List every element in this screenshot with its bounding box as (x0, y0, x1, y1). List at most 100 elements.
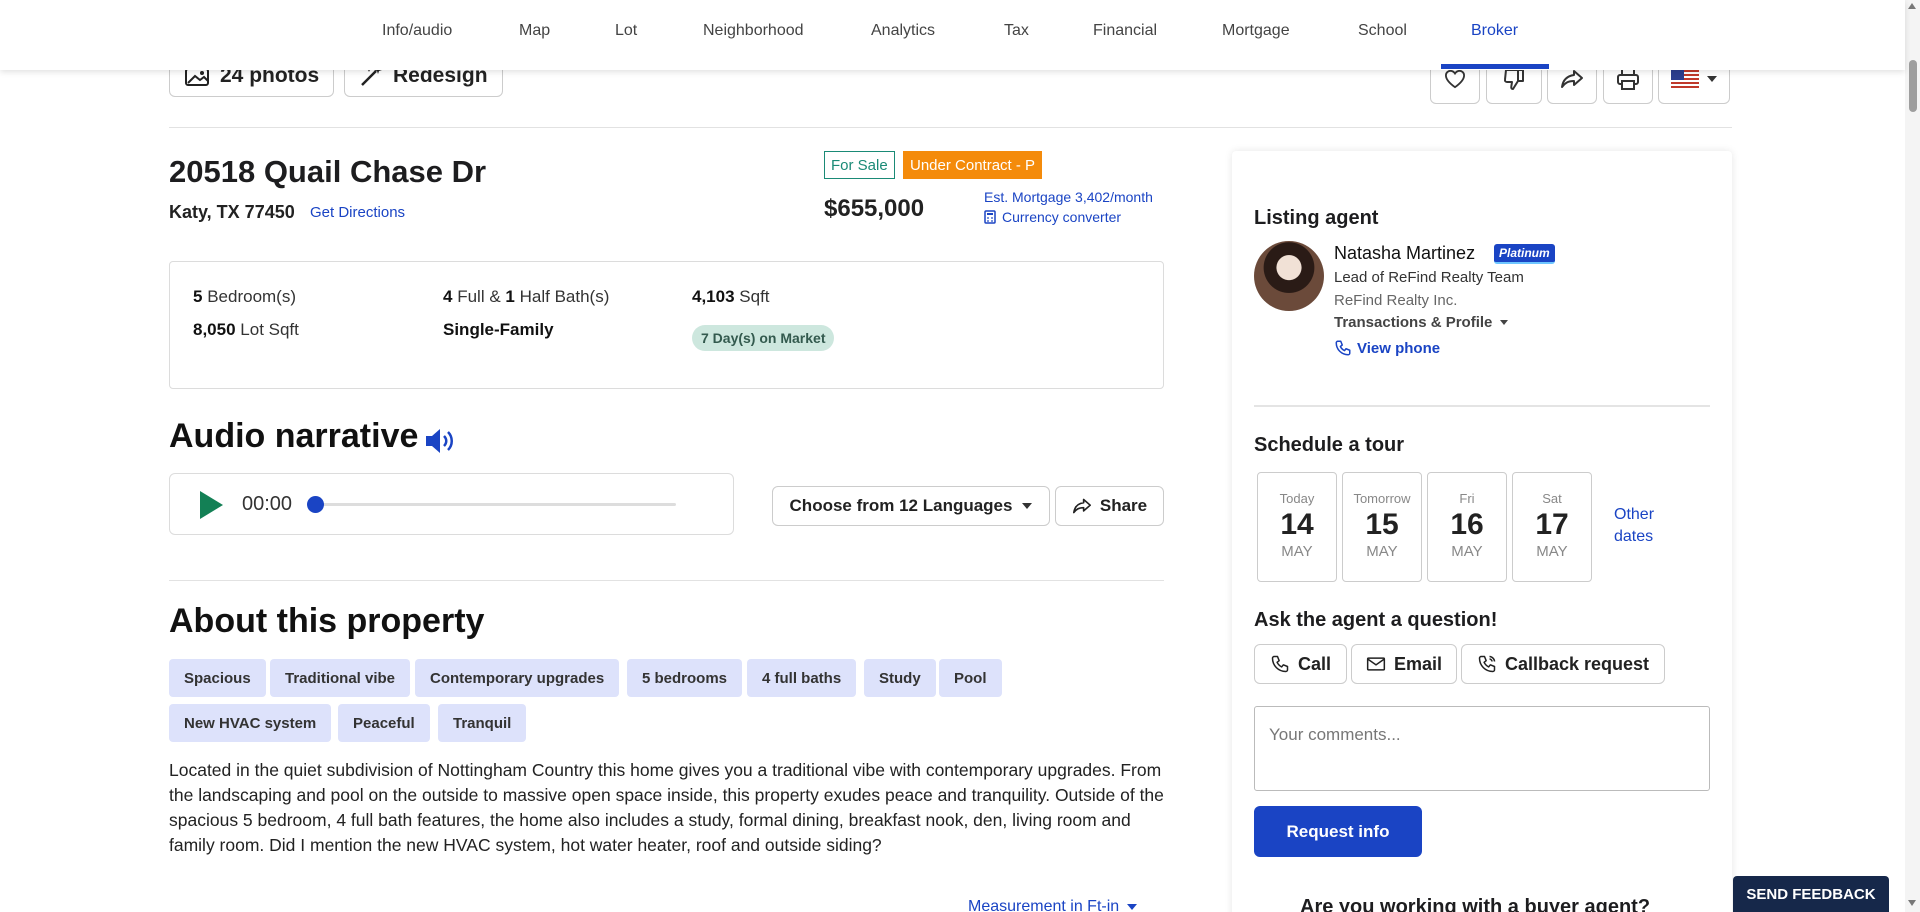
currency-converter-link[interactable]: Currency converter (984, 209, 1121, 225)
agent-role: Lead of ReFind Realty Team (1334, 269, 1524, 286)
heart-icon (1444, 69, 1466, 89)
view-phone-link[interactable]: View phone (1334, 339, 1440, 357)
audio-progress-handle[interactable] (307, 496, 324, 513)
tab-neighborhood[interactable]: Neighborhood (703, 22, 804, 40)
call-button[interactable]: Call (1254, 644, 1347, 684)
property-address: 20518 Quail Chase Dr (169, 154, 487, 189)
call-label: Call (1297, 653, 1331, 674)
property-facts: 5 Bedroom(s) 4 Full & 1 Half Bath(s) 4,1… (169, 261, 1164, 389)
listing-agent-heading: Listing agent (1254, 207, 1379, 229)
chevron-down-icon (1022, 503, 1033, 509)
feature-chip: Spacious (169, 659, 266, 697)
callback-label: Callback request (1504, 653, 1650, 674)
tab-info-audio[interactable]: Info/audio (382, 22, 452, 40)
envelope-icon (1366, 657, 1386, 671)
play-icon[interactable] (200, 491, 223, 519)
lot-sqft-fact: 8,050 Lot Sqft (193, 320, 299, 339)
agent-name[interactable]: Natasha Martinez (1334, 243, 1475, 264)
share-arrow-icon (1561, 70, 1583, 88)
transactions-profile-dropdown[interactable]: Transactions & Profile (1334, 314, 1509, 331)
tab-analytics[interactable]: Analytics (871, 22, 935, 40)
currency-converter-label: Currency converter (1002, 209, 1122, 225)
audio-time: 00:00 (242, 493, 293, 515)
measurement-label: Measurement in Ft-in (968, 898, 1120, 912)
agent-avatar[interactable] (1254, 241, 1324, 311)
chevron-down-icon (1127, 904, 1138, 910)
divider (169, 580, 1164, 581)
sqft-fact: 4,103 Sqft (692, 287, 770, 306)
request-info-button[interactable]: Request info (1254, 806, 1422, 857)
callback-request-button[interactable]: Callback request (1461, 644, 1665, 684)
feature-chip: Pool (939, 659, 1002, 697)
printer-icon (1617, 68, 1639, 90)
speaker-icon[interactable] (424, 426, 456, 456)
tab-lot[interactable]: Lot (615, 22, 637, 40)
feature-chip: 5 bedrooms (627, 659, 743, 697)
comments-textarea[interactable]: Your comments... (1254, 706, 1710, 791)
agent-company: ReFind Realty Inc. (1334, 292, 1458, 309)
us-flag-icon (1671, 70, 1699, 88)
bedrooms-fact: 5 Bedroom(s) (193, 287, 297, 306)
chevron-down-icon (1707, 76, 1717, 82)
active-tab-indicator (1441, 64, 1549, 69)
share-label: Share (1099, 496, 1148, 515)
tab-school[interactable]: School (1358, 22, 1407, 40)
est-mortgage-link[interactable]: Est. Mortgage 3,402/month (984, 189, 1153, 205)
about-heading: About this property (169, 602, 485, 640)
phone-icon (1271, 655, 1289, 673)
tour-day-tomorrow[interactable]: Tomorrow 15 MAY (1342, 472, 1422, 582)
choose-language-dropdown[interactable]: Choose from 12 Languages (772, 486, 1050, 526)
audio-narrative-heading: Audio narrative (169, 417, 419, 455)
property-city: Katy, TX 77450 (169, 202, 295, 222)
baths-fact: 4 Full & 1 Half Bath(s) (443, 287, 610, 306)
transactions-label: Transactions & Profile (1334, 314, 1493, 331)
feature-chip: 4 full baths (747, 659, 857, 697)
listing-price: $655,000 (824, 195, 925, 222)
page-scrollbar[interactable] (1905, 0, 1920, 912)
email-label: Email (1393, 653, 1443, 674)
choose-language-label: Choose from 12 Languages (789, 496, 1013, 515)
feature-chip: Contemporary upgrades (415, 659, 620, 697)
audio-progress-track[interactable] (316, 503, 676, 506)
tab-financial[interactable]: Financial (1093, 22, 1157, 40)
email-button[interactable]: Email (1351, 644, 1457, 684)
buyer-agent-question: Are you working with a buyer agent? (1300, 896, 1651, 912)
scrollbar-thumb[interactable] (1909, 60, 1917, 112)
under-contract-badge: Under Contract - P (903, 151, 1043, 179)
view-phone-label: View phone (1357, 339, 1441, 357)
share-arrow-icon (1072, 498, 1091, 514)
tour-day-fri[interactable]: Fri 16 MAY (1427, 472, 1507, 582)
days-on-market-badge: 7 Day(s) on Market (692, 325, 835, 351)
tour-day-today[interactable]: Today 14 MAY (1257, 472, 1337, 582)
for-sale-badge: For Sale (824, 151, 895, 179)
schedule-tour-heading: Schedule a tour (1254, 434, 1405, 456)
tab-map[interactable]: Map (519, 22, 550, 40)
calculator-icon (984, 210, 996, 224)
measurement-unit-dropdown[interactable]: Measurement in Ft-in (968, 898, 1138, 912)
feature-chip: Study (864, 659, 936, 697)
audio-player: 00:00 (169, 473, 734, 535)
tab-mortgage[interactable]: Mortgage (1222, 22, 1290, 40)
feature-chip: Peaceful (338, 704, 430, 742)
top-navigation: Info/audio Map Lot Neighborhood Analytic… (0, 0, 1905, 70)
divider (1254, 405, 1710, 407)
chevron-down-icon (1500, 320, 1509, 325)
scroll-down-arrow-icon[interactable] (1908, 900, 1916, 906)
feature-chip: Traditional vibe (270, 659, 411, 697)
scroll-up-arrow-icon[interactable] (1908, 3, 1916, 9)
feature-chip: Tranquil (438, 704, 527, 742)
other-dates-link[interactable]: Other dates (1614, 504, 1654, 548)
get-directions-link[interactable]: Get Directions (310, 204, 405, 221)
feature-chip: New HVAC system (169, 704, 332, 742)
share-audio-button[interactable]: Share (1055, 486, 1164, 526)
phone-icon (1335, 340, 1351, 356)
property-type-fact: Single-Family (443, 320, 554, 339)
send-feedback-button[interactable]: SEND FEEDBACK (1733, 876, 1889, 912)
platinum-badge: Platinum (1494, 244, 1555, 264)
tab-tax[interactable]: Tax (1004, 22, 1029, 40)
agent-panel: Listing agent Natasha Martinez Platinum … (1232, 151, 1732, 912)
tour-day-sat[interactable]: Sat 17 MAY (1512, 472, 1592, 582)
thumbs-down-icon (1503, 69, 1524, 90)
tab-broker[interactable]: Broker (1471, 22, 1518, 40)
property-description: Located in the quiet subdivision of Nott… (169, 760, 1164, 855)
